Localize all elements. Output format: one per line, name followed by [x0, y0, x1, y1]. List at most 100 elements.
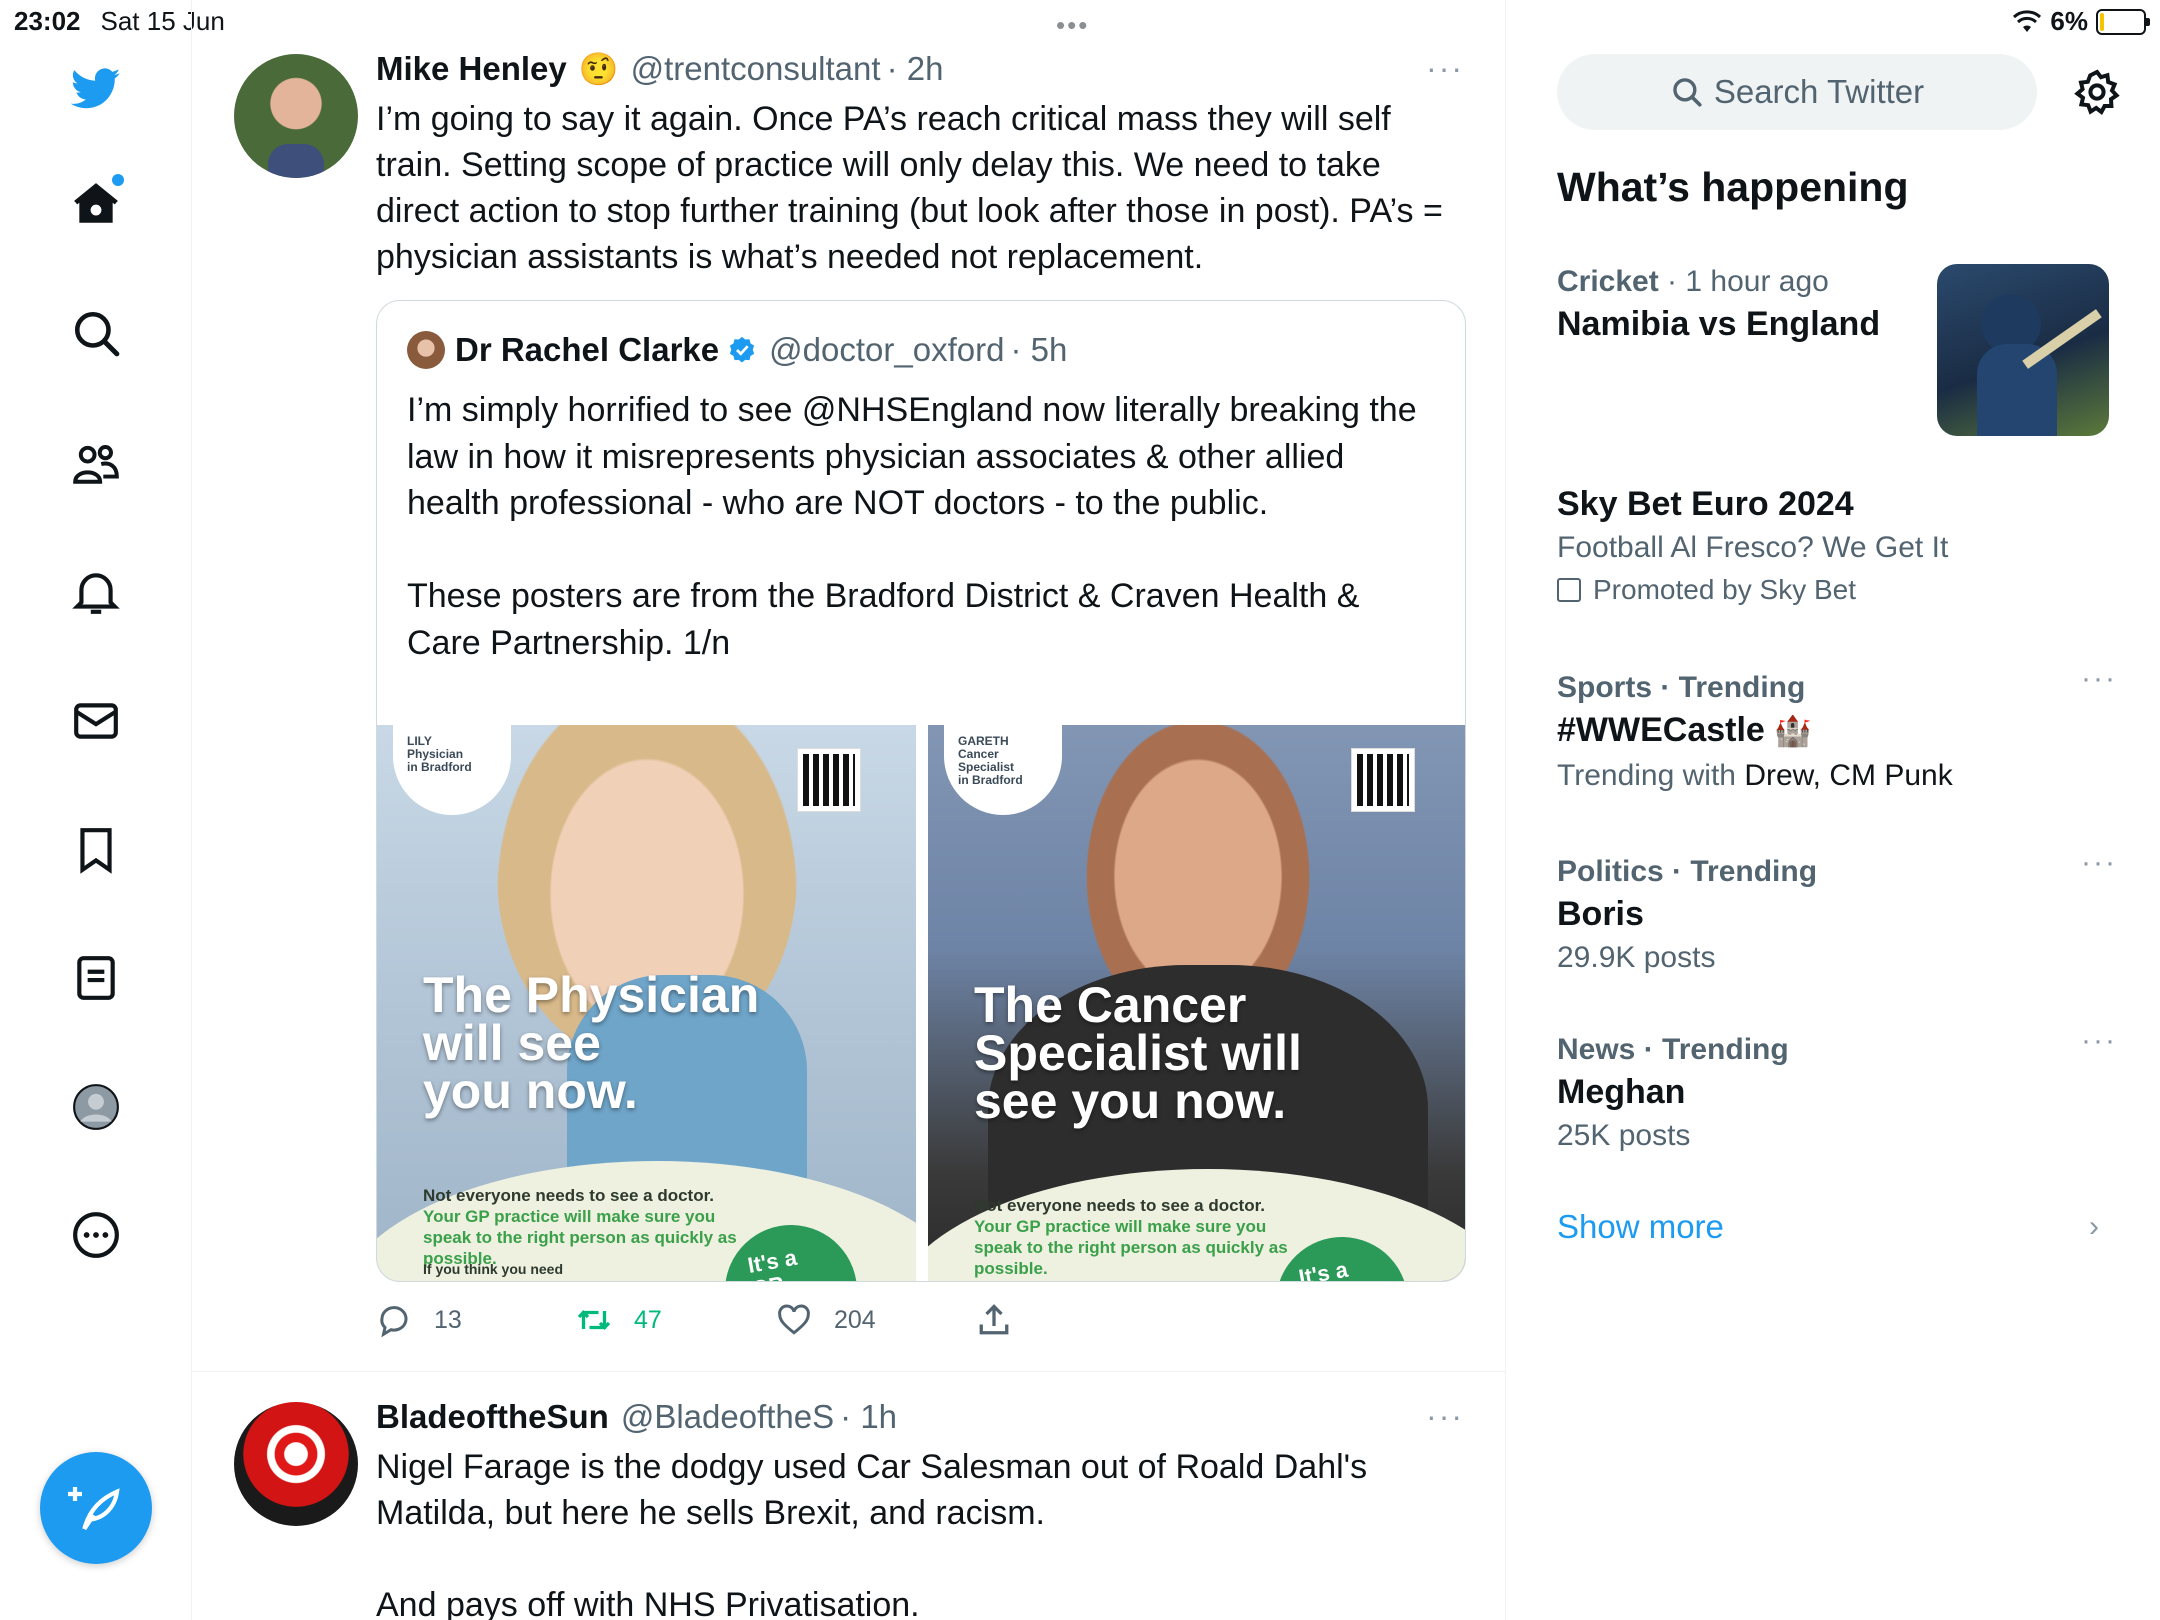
- poster-body-strong: Not everyone needs to see a doctor.: [974, 1196, 1270, 1215]
- quoted-tweet-time: · 5h: [1010, 331, 1068, 368]
- explore-search-icon[interactable]: [56, 293, 136, 373]
- tweet-time[interactable]: · 1h: [840, 1398, 897, 1436]
- poster-body-text: Not everyone needs to see a doctor. Your…: [423, 1185, 743, 1269]
- cricket-trend-image[interactable]: [1937, 264, 2109, 436]
- quoted-tweet-text: I’m simply horrified to see @NHSEngland …: [407, 391, 1417, 662]
- promoted-icon: [1557, 578, 1581, 602]
- tweet-text: I’m going to say it again. Once PA’s rea…: [376, 100, 1453, 276]
- trend-name: #WWECastle 🏰: [1557, 708, 2117, 754]
- search-input[interactable]: Search Twitter: [1557, 54, 2037, 130]
- tweet-more-icon[interactable]: ···: [1426, 1398, 1464, 1435]
- trend-category: Sports · Trending: [1557, 668, 2117, 708]
- verified-badge-icon: [730, 336, 755, 363]
- reply-icon: [380, 1306, 408, 1338]
- quoted-author-handle: @doctor_oxford: [769, 331, 1005, 368]
- trend-name: Sky Bet Euro 2024: [1557, 485, 1854, 523]
- more-options-icon[interactable]: [56, 1195, 136, 1275]
- like-count: 204: [834, 1305, 876, 1334]
- poster-image-cancer-specialist[interactable]: GARETH Cancer Specialist in Bradford The…: [928, 725, 1465, 1281]
- trend-post-count: 29.9K posts: [1557, 941, 1716, 974]
- trend-more-icon[interactable]: ···: [2081, 662, 2117, 696]
- search-placeholder: Search Twitter: [1713, 73, 1925, 110]
- bookmarks-icon[interactable]: [56, 810, 136, 890]
- compose-tweet-button[interactable]: [40, 1452, 152, 1564]
- left-nav: [0, 0, 192, 1620]
- trend-name: Meghan: [1557, 1073, 1686, 1111]
- trend-item[interactable]: Sports · Trending #WWECastle 🏰 Trending …: [1557, 662, 2117, 798]
- whats-happening-title: What’s happening: [1557, 164, 1909, 210]
- poster-body-green: Your GP practice will make sure you spea…: [423, 1207, 742, 1268]
- profile-avatar-icon[interactable]: [56, 1067, 136, 1147]
- trend-category: Politics · Trending: [1557, 852, 2117, 892]
- poster-body-strong: Not everyone needs to see a doctor.: [423, 1186, 719, 1205]
- tweet-header: Mike Henley 🤨 @trentconsultant · 2h: [376, 50, 943, 88]
- home-icon[interactable]: [56, 164, 136, 244]
- retweet-icon: [577, 1310, 611, 1330]
- tweet-time[interactable]: · 2h: [887, 50, 944, 88]
- trend-more-icon[interactable]: ···: [2081, 846, 2117, 880]
- twitter-logo-icon[interactable]: [56, 48, 136, 128]
- trend-category-label: Sports · Trending: [1557, 671, 1806, 704]
- poster-small-text: If you think you need: [423, 1261, 564, 1277]
- feather-plus-icon: [68, 1487, 120, 1531]
- tweet-text: Nigel Farage is the dodgy used Car Sales…: [376, 1448, 1368, 1620]
- tweet-author-avatar[interactable]: [234, 1402, 358, 1526]
- quoted-tweet-media[interactable]: LILY Physician in Bradford The Physician…: [377, 725, 1465, 1281]
- tweet[interactable]: Mike Henley 🤨 @trentconsultant · 2h ··· …: [192, 40, 1505, 1372]
- share-button[interactable]: [976, 1302, 1034, 1338]
- poster-name-badge: LILY Physician in Bradford: [393, 725, 511, 815]
- retweet-count: 47: [634, 1305, 662, 1334]
- quoted-tweet[interactable]: Dr Rachel Clarke @doctor_oxford · 5h I’m…: [376, 300, 1466, 1282]
- poster-headline: The Cancer Specialist will see you now.: [974, 977, 1302, 1129]
- trend-time: · 1 hour ago: [1658, 265, 1829, 298]
- settings-gear-icon[interactable]: [2073, 68, 2121, 116]
- lists-icon[interactable]: [56, 938, 136, 1018]
- quoted-author-name: Dr Rachel Clarke: [455, 331, 720, 368]
- trend-post-count: 25K posts: [1557, 1119, 1691, 1152]
- tweet-author-handle[interactable]: @BladeoftheS: [621, 1398, 834, 1436]
- show-more-link[interactable]: Show more: [1557, 1208, 1724, 1246]
- wwe-emoji-icon: 🏰: [1774, 715, 1812, 748]
- tweet-author-name[interactable]: BladeoftheSun: [376, 1398, 609, 1436]
- notifications-bell-icon[interactable]: [56, 552, 136, 632]
- trend-item[interactable]: Politics · Trending Boris 29.9K posts ··…: [1557, 846, 2117, 980]
- like-button[interactable]: 204: [776, 1302, 876, 1338]
- qr-code-icon: [1351, 748, 1415, 812]
- reply-button[interactable]: 13: [376, 1302, 462, 1338]
- home-notification-dot: [112, 174, 124, 186]
- trend-item[interactable]: News · Trending Meghan 25K posts ···: [1557, 1024, 2117, 1158]
- trend-category-label: News · Trending: [1557, 1033, 1789, 1066]
- poster-name-badge: GARETH Cancer Specialist in Bradford: [944, 725, 1062, 815]
- raised-eyebrow-emoji: 🤨: [578, 51, 619, 87]
- trend-category: Cricket: [1557, 265, 1659, 298]
- tweet[interactable]: BladeoftheSun @BladeoftheS · 1h ··· Nige…: [192, 1372, 1505, 1620]
- trend-category-label: Politics · Trending: [1557, 855, 1818, 888]
- trend-subtitle: Trending with Drew, CM Punk: [1557, 754, 2117, 798]
- tweet-more-icon[interactable]: ···: [1426, 50, 1464, 87]
- trend-name-text: #WWECastle: [1557, 711, 1765, 749]
- trend-name: Boris: [1557, 895, 1644, 933]
- share-icon: [979, 1304, 1009, 1335]
- promoted-trend-item[interactable]: Sky Bet Euro 2024 Football Al Fresco? We…: [1557, 482, 2117, 610]
- search-icon: [1673, 78, 1702, 107]
- tweet-actions: 13 47 204: [376, 1302, 1136, 1342]
- trend-subtitle: Football Al Fresco? We Get It: [1557, 531, 1949, 564]
- retweet-button[interactable]: 47: [576, 1302, 662, 1338]
- heart-icon: [778, 1304, 810, 1335]
- trend-more-icon[interactable]: ···: [2081, 1024, 2117, 1058]
- poster-image-physician[interactable]: LILY Physician in Bradford The Physician…: [377, 725, 916, 1281]
- poster-body-text: Not everyone needs to see a doctor. Your…: [974, 1195, 1294, 1279]
- communities-icon[interactable]: [56, 423, 136, 503]
- messages-envelope-icon[interactable]: [56, 681, 136, 761]
- tweet-author-name[interactable]: Mike Henley: [376, 50, 567, 88]
- promoted-text: Promoted by Sky Bet: [1593, 574, 1857, 605]
- poster-body-green: Your GP practice will make sure you spea…: [974, 1217, 1293, 1278]
- trend-category: News · Trending: [1557, 1030, 2117, 1070]
- tweet-author-handle[interactable]: @trentconsultant: [631, 50, 881, 88]
- trending-with-label: Trending with: [1557, 759, 1745, 792]
- promoted-label: Promoted by Sky Bet: [1557, 570, 2117, 610]
- reply-count: 13: [434, 1305, 462, 1334]
- tweet-author-avatar[interactable]: [234, 54, 358, 178]
- chevron-right-icon[interactable]: ›: [2089, 1210, 2099, 1244]
- quoted-tweet-header: Dr Rachel Clarke @doctor_oxford · 5h: [407, 331, 1067, 369]
